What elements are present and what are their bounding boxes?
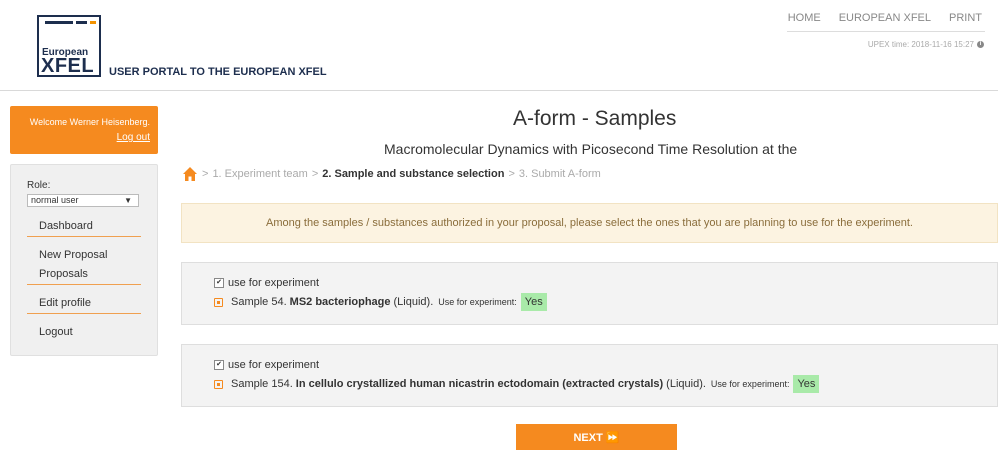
role-label: Role:	[27, 180, 51, 191]
sample-state: (Liquid).	[666, 378, 706, 390]
european-xfel-logo[interactable]: European XFEL	[37, 15, 101, 77]
sidebar-item-logout[interactable]: Logout	[39, 326, 73, 338]
sample-prefix: Sample 54.	[231, 296, 287, 308]
home-icon[interactable]	[182, 166, 198, 182]
page-subtitle: Macromolecular Dynamics with Picosecond …	[384, 141, 798, 157]
portal-title: USER PORTAL TO THE EUROPEAN XFEL	[109, 66, 327, 78]
expand-icon[interactable]	[214, 379, 223, 389]
sidebar-item-edit-profile[interactable]: Edit profile	[39, 297, 91, 309]
next-button[interactable]: NEXT ⏩	[516, 424, 677, 450]
chevron-down-icon: ▼	[124, 196, 132, 205]
sample-row: Sample 54. MS2 bacteriophage (Liquid). U…	[214, 293, 547, 311]
use-for-experiment-checkbox[interactable]: ✔	[214, 278, 224, 288]
use-for-experiment-row: ✔ use for experiment	[214, 359, 319, 371]
nav-print[interactable]: PRINT	[949, 12, 982, 24]
breadcrumb-step-2: 2. Sample and substance selection	[322, 168, 505, 180]
logo-word-xfel: XFEL	[41, 55, 95, 77]
info-alert: Among the samples / substances authorize…	[181, 203, 998, 243]
use-label: Use for experiment:	[710, 379, 790, 389]
sample-name: In cellulo crystallized human nicastrin …	[295, 378, 664, 390]
checkbox-label: use for experiment	[228, 359, 320, 371]
sample-prefix: Sample 154.	[231, 378, 293, 390]
sample-card: ✔ use for experiment Sample 54. MS2 bact…	[181, 262, 998, 325]
upex-time: UPEX time: 2018-11-16 15:27 i	[868, 40, 984, 49]
use-for-experiment-row: ✔ use for experiment	[214, 277, 319, 289]
info-icon[interactable]: i	[977, 41, 984, 48]
use-value-badge: Yes	[520, 293, 547, 311]
nav-european-xfel[interactable]: EUROPEAN XFEL	[839, 12, 931, 24]
logo-bars	[45, 21, 96, 25]
nav-divider	[787, 31, 985, 32]
sidebar-divider	[27, 284, 141, 285]
sample-state: (Liquid).	[393, 296, 434, 308]
breadcrumb-separator: >	[508, 168, 515, 180]
role-select[interactable]: normal user ▼	[27, 194, 139, 207]
expand-icon[interactable]	[214, 297, 223, 307]
sidebar: Role: normal user ▼ Dashboard New Propos…	[10, 164, 158, 356]
sidebar-item-proposals[interactable]: Proposals	[39, 268, 88, 280]
welcome-box: Welcome Werner Heisenberg. Log out	[10, 106, 158, 154]
use-for-experiment-checkbox[interactable]: ✔	[214, 360, 224, 370]
checkbox-label: use for experiment	[228, 277, 320, 289]
sample-name: MS2 bacteriophage	[289, 296, 391, 308]
logout-link[interactable]: Log out	[117, 132, 150, 143]
top-nav: HOME EUROPEAN XFEL PRINT	[788, 12, 982, 24]
upex-time-text: UPEX time: 2018-11-16 15:27	[867, 40, 974, 49]
breadcrumb-step-3[interactable]: 3. Submit A-form	[519, 168, 601, 180]
breadcrumb-separator: >	[311, 168, 319, 180]
use-label: Use for experiment:	[438, 297, 517, 307]
sidebar-item-dashboard[interactable]: Dashboard	[39, 220, 93, 232]
sidebar-item-new-proposal[interactable]: New Proposal	[39, 249, 107, 261]
page-title: A-form - Samples	[513, 107, 677, 130]
role-select-value: normal user	[31, 195, 79, 205]
sidebar-divider	[27, 313, 141, 314]
sidebar-divider	[27, 236, 141, 237]
breadcrumb: > 1. Experiment team > 2. Sample and sub…	[182, 166, 601, 182]
welcome-text: Welcome Werner Heisenberg.	[29, 117, 150, 127]
breadcrumb-step-1[interactable]: 1. Experiment team	[212, 168, 307, 180]
use-value-badge: Yes	[793, 375, 820, 393]
sample-card: ✔ use for experiment Sample 154. In cell…	[181, 344, 998, 407]
nav-home[interactable]: HOME	[788, 12, 821, 24]
header: European XFEL USER PORTAL TO THE EUROPEA…	[0, 0, 998, 91]
breadcrumb-separator: >	[202, 168, 209, 180]
sample-row: Sample 154. In cellulo crystallized huma…	[214, 375, 820, 393]
